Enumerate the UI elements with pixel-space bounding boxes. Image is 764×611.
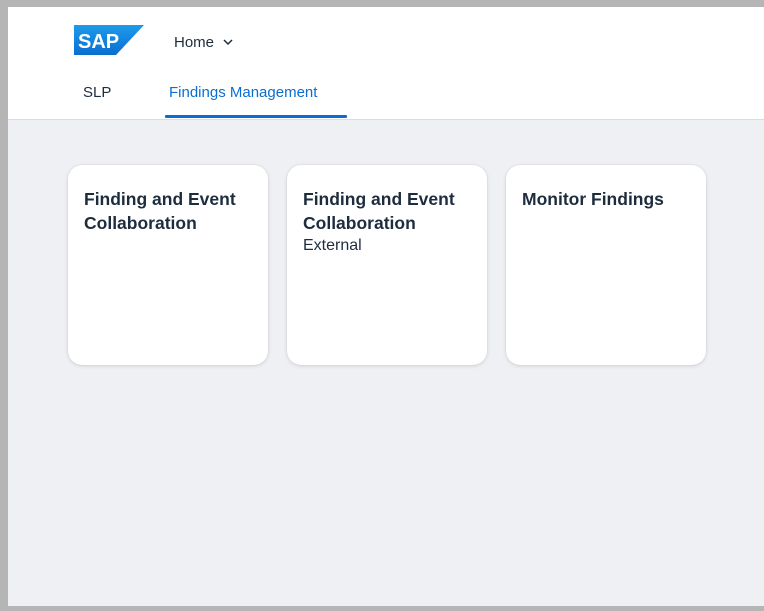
logo-text: SAP: [78, 31, 119, 53]
tile-title: Finding and Event: [303, 189, 455, 209]
shell-bar: SAP Home SLP Findings Management: [8, 7, 764, 120]
tab-slp[interactable]: SLP: [83, 84, 111, 101]
sap-logo[interactable]: SAP: [74, 25, 144, 55]
tile-finding-event-collaboration[interactable]: Finding and Event Collaboration: [68, 165, 268, 365]
app-window: SAP Home SLP Findings Management Finding…: [0, 0, 764, 611]
tile-subtitle: External: [303, 237, 362, 254]
home-menu-button[interactable]: Home: [174, 31, 234, 53]
home-label: Home: [174, 33, 215, 51]
tile-title: Monitor Findings: [522, 189, 664, 209]
tile-title: Finding and Event: [84, 189, 236, 209]
selected-tab-indicator: [165, 115, 347, 118]
tab-findings-management[interactable]: Findings Management: [169, 84, 317, 101]
tile-finding-event-collaboration-external[interactable]: Finding and Event Collaboration External: [287, 165, 487, 365]
tile-title: Collaboration: [84, 213, 197, 233]
tile-title: Collaboration: [303, 213, 416, 233]
chevron-down-icon: [223, 39, 233, 46]
tile-monitor-findings[interactable]: Monitor Findings: [506, 165, 706, 365]
tile-container: Finding and Event Collaboration Finding …: [8, 120, 764, 606]
